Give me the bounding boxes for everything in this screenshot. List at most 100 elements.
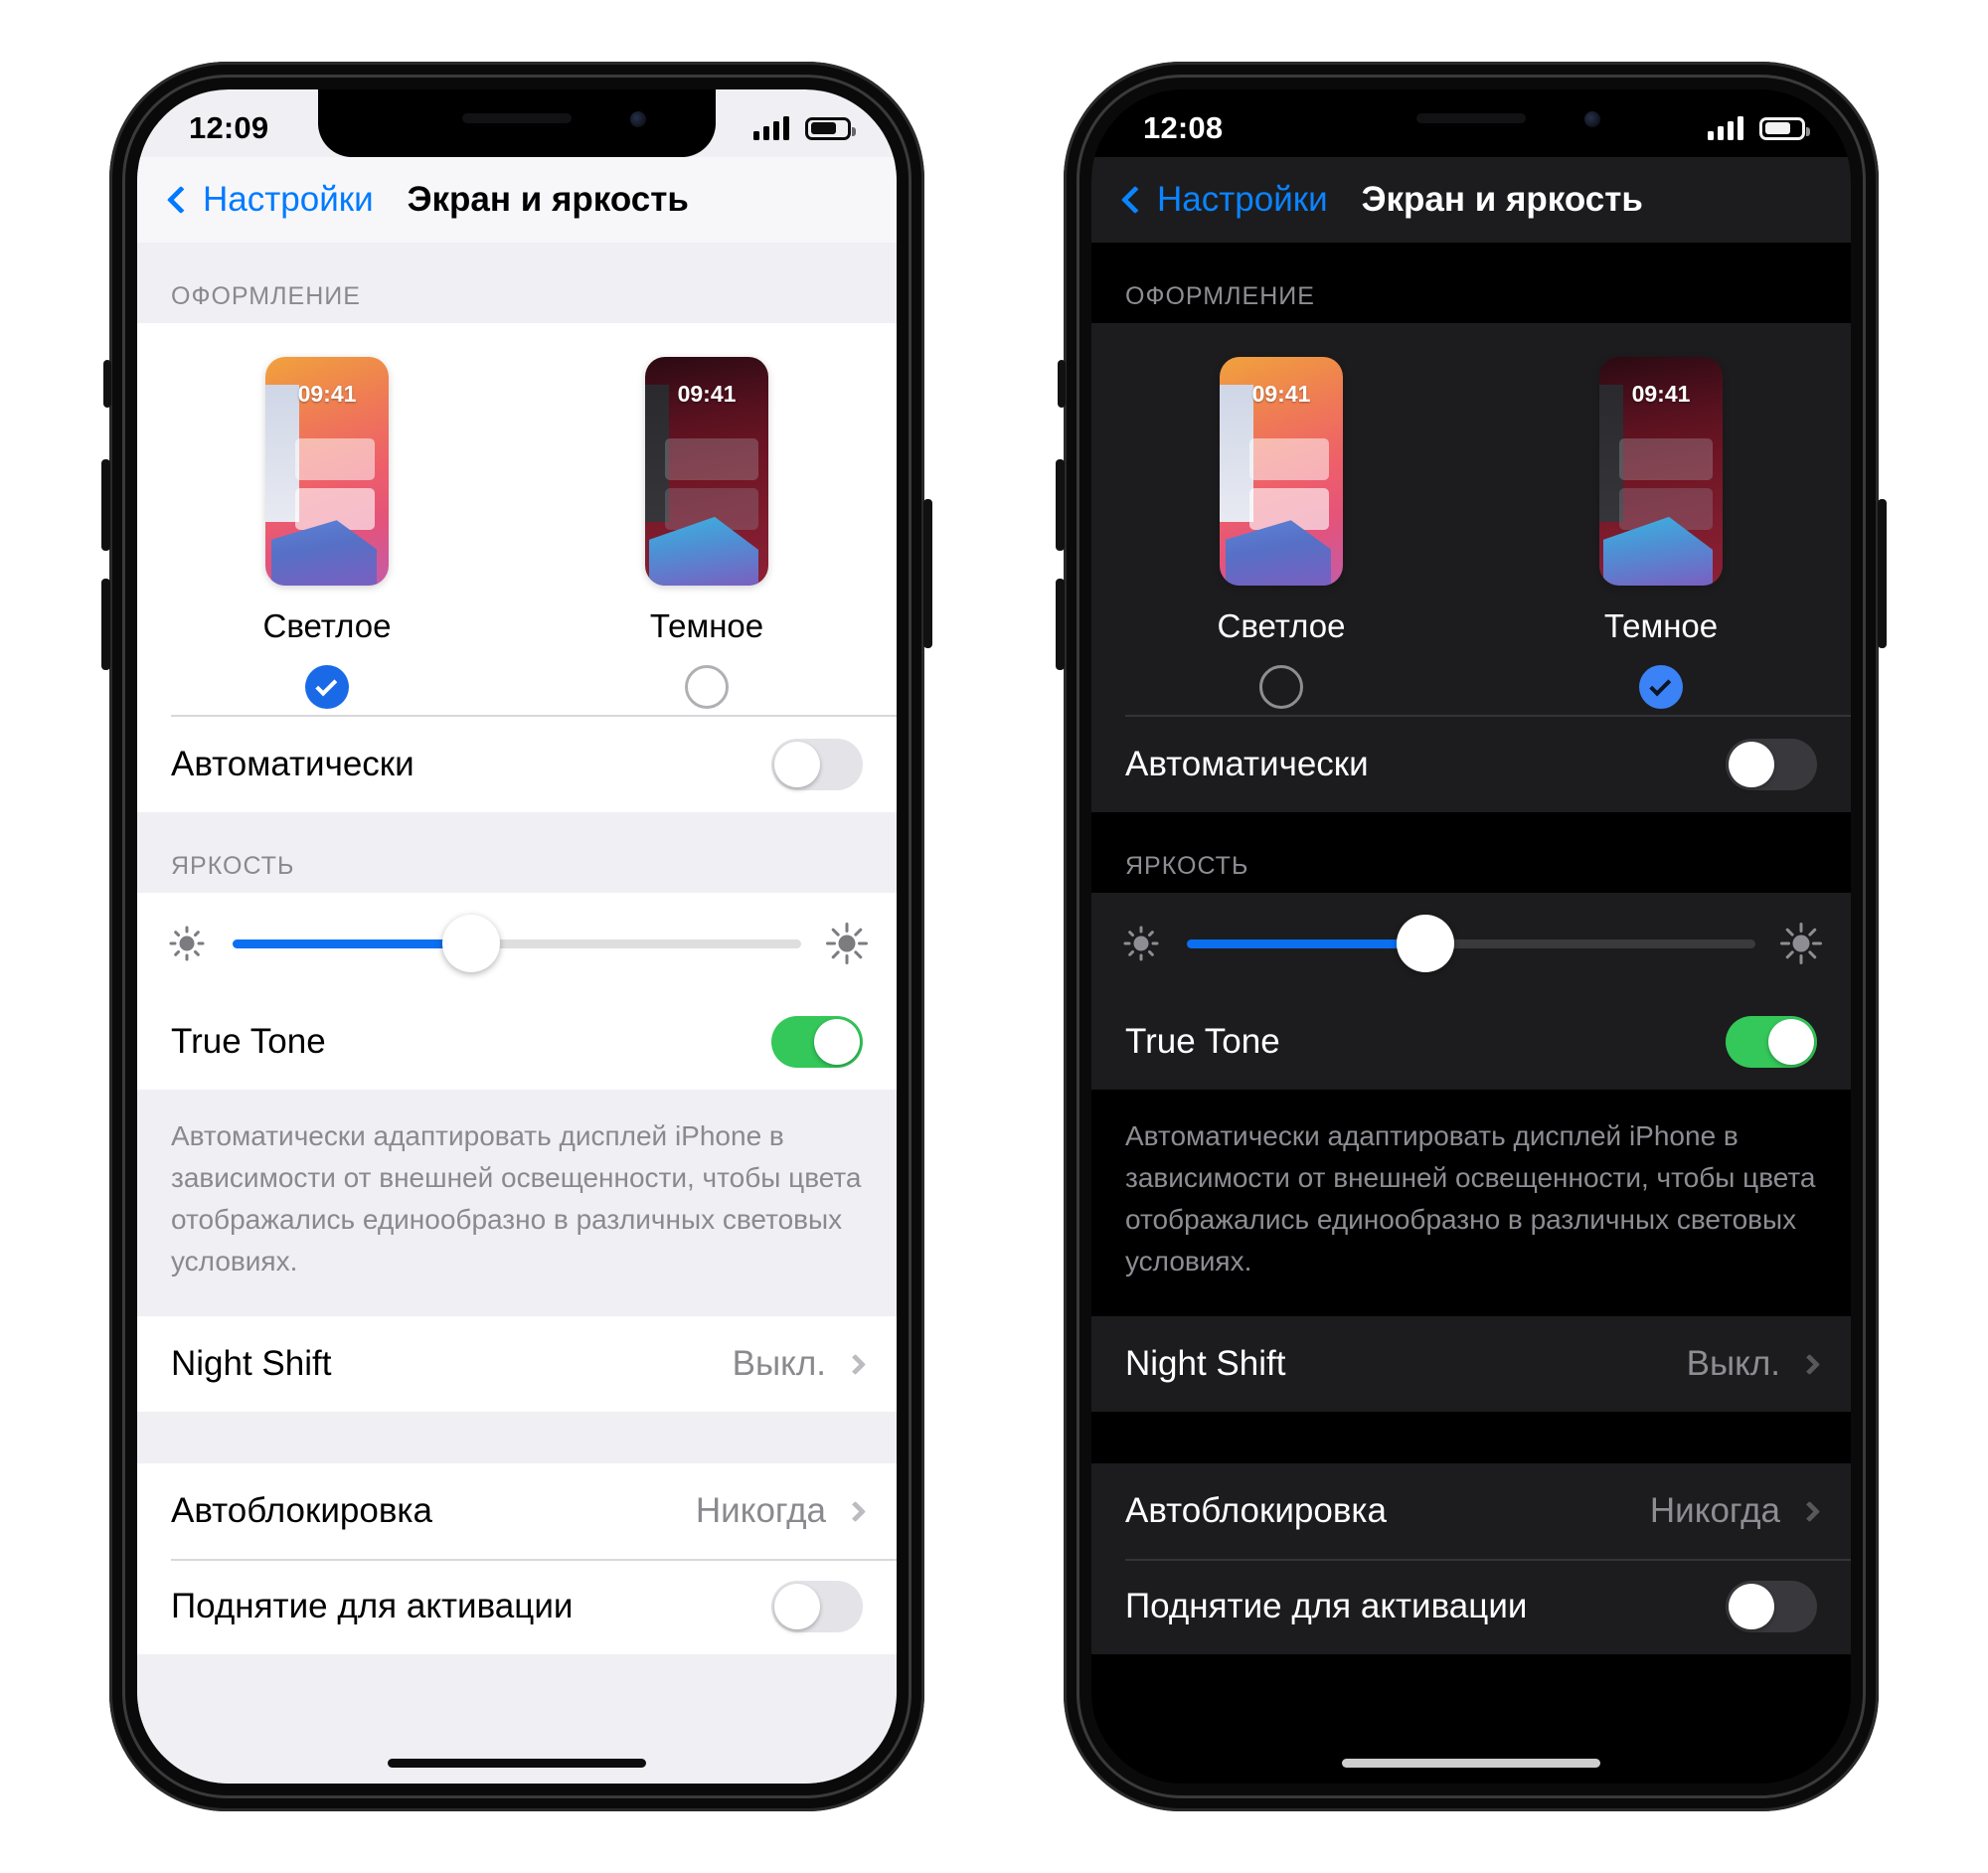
radio-light-unselected[interactable] bbox=[1259, 665, 1303, 709]
appearance-options: 09:41 Светлое 09:41 Темное bbox=[137, 323, 897, 715]
light-mode-phone: 12:09 Настройки Экран и яркость ОФОРМЛЕН… bbox=[101, 62, 932, 1811]
dark-screen: 12:08 Настройки Экран и яркость ОФОРМЛЕН… bbox=[1091, 89, 1851, 1784]
earpiece-speaker bbox=[1416, 113, 1526, 123]
home-indicator[interactable] bbox=[1342, 1759, 1600, 1768]
status-time: 12:08 bbox=[1143, 110, 1224, 145]
appearance-card: 09:41 Светлое 09:41 Темное Автоматически bbox=[1091, 323, 1851, 812]
raise-to-wake-toggle[interactable] bbox=[1726, 1581, 1817, 1632]
bottom-card: Автоблокировка Никогда Поднятие для акти… bbox=[1091, 1463, 1851, 1654]
row-night-shift[interactable]: Night Shift Выкл. bbox=[137, 1316, 897, 1412]
battery-icon bbox=[805, 116, 856, 140]
automatic-toggle[interactable] bbox=[1726, 739, 1817, 790]
automatic-toggle[interactable] bbox=[771, 739, 863, 790]
mute-switch[interactable] bbox=[103, 360, 111, 408]
true-tone-toggle[interactable] bbox=[771, 1016, 863, 1068]
true-tone-note: Автоматически адаптировать дисплей iPhon… bbox=[1125, 1120, 1816, 1277]
chevron-right-icon bbox=[844, 1500, 867, 1522]
row-auto-lock[interactable]: Автоблокировка Никогда bbox=[137, 1463, 897, 1559]
signal-strength-icon bbox=[753, 116, 789, 140]
mute-switch[interactable] bbox=[1058, 360, 1066, 408]
back-to-settings-button[interactable]: Настройки bbox=[1120, 180, 1328, 220]
option-label: Темное bbox=[1603, 607, 1719, 644]
appearance-option-light[interactable]: 09:41 Светлое bbox=[137, 357, 517, 709]
row-value: Никогда bbox=[695, 1491, 826, 1530]
appearance-section-header: ОФОРМЛЕНИЕ bbox=[1125, 282, 1315, 310]
navigation-bar: Настройки Экран и яркость bbox=[1091, 157, 1851, 243]
chevron-right-icon bbox=[844, 1353, 867, 1375]
chevron-left-icon bbox=[166, 185, 196, 215]
night-shift-card: Night Shift Выкл. bbox=[137, 1316, 897, 1412]
radio-light-selected[interactable] bbox=[305, 665, 349, 709]
row-label: Поднятие для активации bbox=[171, 1587, 574, 1625]
appearance-option-dark[interactable]: 09:41 Темное bbox=[517, 357, 897, 709]
bottom-card: Автоблокировка Никогда Поднятие для акти… bbox=[137, 1463, 897, 1654]
settings-content: ОФОРМЛЕНИЕ 09:41 Светлое 09:41 Темное Ав… bbox=[137, 243, 897, 1784]
appearance-option-light[interactable]: 09:41 Светлое bbox=[1091, 357, 1471, 709]
preview-time: 09:41 bbox=[1251, 381, 1311, 407]
row-automatic[interactable]: Автоматически bbox=[137, 717, 897, 812]
settings-content: ОФОРМЛЕНИЕ 09:41 Светлое 09:41 Темное Ав… bbox=[1091, 243, 1851, 1784]
back-to-settings-button[interactable]: Настройки bbox=[166, 180, 374, 220]
true-tone-toggle[interactable] bbox=[1726, 1016, 1817, 1068]
brightness-thumb[interactable] bbox=[1397, 915, 1455, 972]
brightness-high-icon bbox=[1780, 923, 1822, 964]
page-title: Экран и яркость bbox=[407, 180, 689, 219]
earpiece-speaker bbox=[462, 113, 572, 123]
preview-time: 09:41 bbox=[677, 381, 737, 407]
back-label: Настройки bbox=[1157, 180, 1328, 219]
row-value-group: Никогда bbox=[1649, 1491, 1821, 1531]
row-raise-to-wake[interactable]: Поднятие для активации bbox=[137, 1559, 897, 1654]
row-raise-to-wake[interactable]: Поднятие для активации bbox=[1091, 1559, 1851, 1654]
brightness-thumb[interactable] bbox=[442, 915, 501, 972]
row-label: Автоблокировка bbox=[171, 1491, 432, 1530]
row-label: Night Shift bbox=[171, 1344, 332, 1383]
check-icon bbox=[1649, 673, 1672, 696]
preview-time: 09:41 bbox=[1631, 381, 1691, 407]
row-label: True Tone bbox=[171, 1022, 326, 1061]
appearance-options: 09:41 Светлое 09:41 Темное bbox=[1091, 323, 1851, 715]
dark-theme-preview: 09:41 bbox=[645, 357, 768, 586]
chevron-left-icon bbox=[1120, 185, 1150, 215]
brightness-card: True Tone bbox=[137, 893, 897, 1090]
volume-down-button[interactable] bbox=[101, 579, 110, 670]
brightness-track[interactable] bbox=[1187, 915, 1755, 972]
row-true-tone[interactable]: True Tone bbox=[137, 994, 897, 1090]
notch bbox=[1272, 89, 1670, 157]
night-shift-card: Night Shift Выкл. bbox=[1091, 1316, 1851, 1412]
raise-to-wake-toggle[interactable] bbox=[771, 1581, 863, 1632]
appearance-option-dark[interactable]: 09:41 Темное bbox=[1471, 357, 1851, 709]
volume-down-button[interactable] bbox=[1056, 579, 1065, 670]
page-title: Экран и яркость bbox=[1361, 180, 1643, 219]
row-label: Автоматически bbox=[1125, 745, 1369, 783]
brightness-low-icon bbox=[167, 924, 207, 963]
home-indicator[interactable] bbox=[388, 1759, 646, 1768]
row-true-tone[interactable]: True Tone bbox=[1091, 994, 1851, 1090]
radio-dark-selected[interactable] bbox=[1639, 665, 1683, 709]
row-auto-lock[interactable]: Автоблокировка Никогда bbox=[1091, 1463, 1851, 1559]
row-value: Выкл. bbox=[1686, 1344, 1780, 1383]
option-label: Светлое bbox=[262, 607, 392, 644]
brightness-section-header: ЯРКОСТЬ bbox=[1125, 852, 1249, 880]
row-value-group: Выкл. bbox=[1686, 1344, 1821, 1384]
brightness-slider-row[interactable] bbox=[1091, 893, 1851, 994]
brightness-high-icon bbox=[826, 923, 868, 964]
option-label: Темное bbox=[649, 607, 764, 644]
power-button[interactable] bbox=[923, 499, 932, 648]
light-theme-preview: 09:41 bbox=[1220, 357, 1343, 586]
row-value: Никогда bbox=[1649, 1491, 1780, 1530]
volume-up-button[interactable] bbox=[1056, 459, 1065, 551]
back-label: Настройки bbox=[203, 180, 374, 219]
brightness-track[interactable] bbox=[233, 915, 801, 972]
radio-dark-unselected[interactable] bbox=[685, 665, 729, 709]
power-button[interactable] bbox=[1878, 499, 1887, 648]
preview-time: 09:41 bbox=[297, 381, 357, 407]
brightness-slider-row[interactable] bbox=[137, 893, 897, 994]
brightness-low-icon bbox=[1121, 924, 1161, 963]
row-automatic[interactable]: Автоматически bbox=[1091, 717, 1851, 812]
volume-up-button[interactable] bbox=[101, 459, 110, 551]
row-night-shift[interactable]: Night Shift Выкл. bbox=[1091, 1316, 1851, 1412]
row-value: Выкл. bbox=[732, 1344, 826, 1383]
brightness-card: True Tone bbox=[1091, 893, 1851, 1090]
appearance-section-header: ОФОРМЛЕНИЕ bbox=[171, 282, 361, 310]
